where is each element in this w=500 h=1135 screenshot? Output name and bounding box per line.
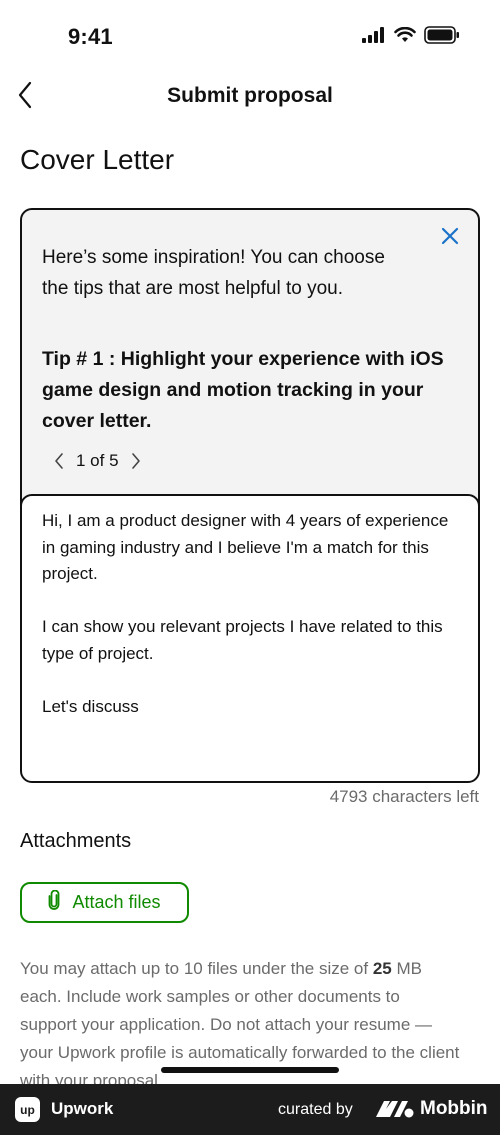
mobbin-brand: Mobbin — [420, 1098, 488, 1119]
footer-bar: up Upwork curated by Mobbin — [0, 1084, 500, 1135]
paperclip-icon — [48, 889, 60, 915]
close-icon — [438, 227, 462, 252]
attachments-title: Attachments — [20, 830, 132, 852]
pager-label: 1 of 5 — [76, 451, 119, 470]
status-time: 9:41 — [68, 24, 113, 49]
cover-letter-textarea[interactable]: Hi, I am a product designer with 4 years… — [22, 494, 478, 781]
cover-letter-paragraph: Hi, I am a product designer with 4 years… — [42, 511, 449, 583]
status-bar: 9:41 — [0, 0, 500, 72]
attachments-note: You may attach up to 10 files under the … — [20, 955, 460, 1095]
close-tips-button[interactable] — [438, 224, 462, 248]
attachments-note-text: You may attach up to 10 files under the … — [20, 959, 373, 978]
page-title: Cover Letter — [20, 144, 175, 175]
cover-letter-paragraph: Let's discuss — [42, 696, 139, 716]
cover-letter-paragraph: I can show you relevant projects I have … — [42, 617, 443, 663]
previous-tip-button[interactable] — [50, 450, 68, 472]
home-indicator[interactable] — [161, 1067, 339, 1073]
signal-icon — [362, 27, 386, 48]
tips-card: Here’s some inspiration! You can choose … — [20, 208, 480, 783]
nav-title: Submit proposal — [167, 84, 333, 107]
mobbin-logo-icon — [376, 1099, 414, 1124]
next-tip-button[interactable] — [127, 450, 145, 472]
battery-icon — [424, 26, 460, 49]
upwork-logo: up — [15, 1097, 40, 1122]
tip-text: Tip # 1 : Highlight your experience with… — [42, 348, 444, 432]
nav-bar: Submit proposal — [0, 72, 500, 122]
status-icons — [362, 26, 460, 49]
upwork-brand: Upwork — [51, 1099, 114, 1118]
attach-files-label: Attach files — [72, 892, 161, 912]
curated-by-label: curated by — [278, 1101, 353, 1118]
attach-files-button[interactable]: Attach files — [20, 882, 189, 923]
tips-intro: Here’s some inspiration! You can choose … — [42, 247, 385, 299]
attachments-size-limit: 25 — [372, 959, 392, 978]
characters-left: 4793 characters left — [329, 787, 479, 806]
wifi-icon — [394, 26, 416, 48]
tips-pager: 1 of 5 — [50, 450, 145, 472]
